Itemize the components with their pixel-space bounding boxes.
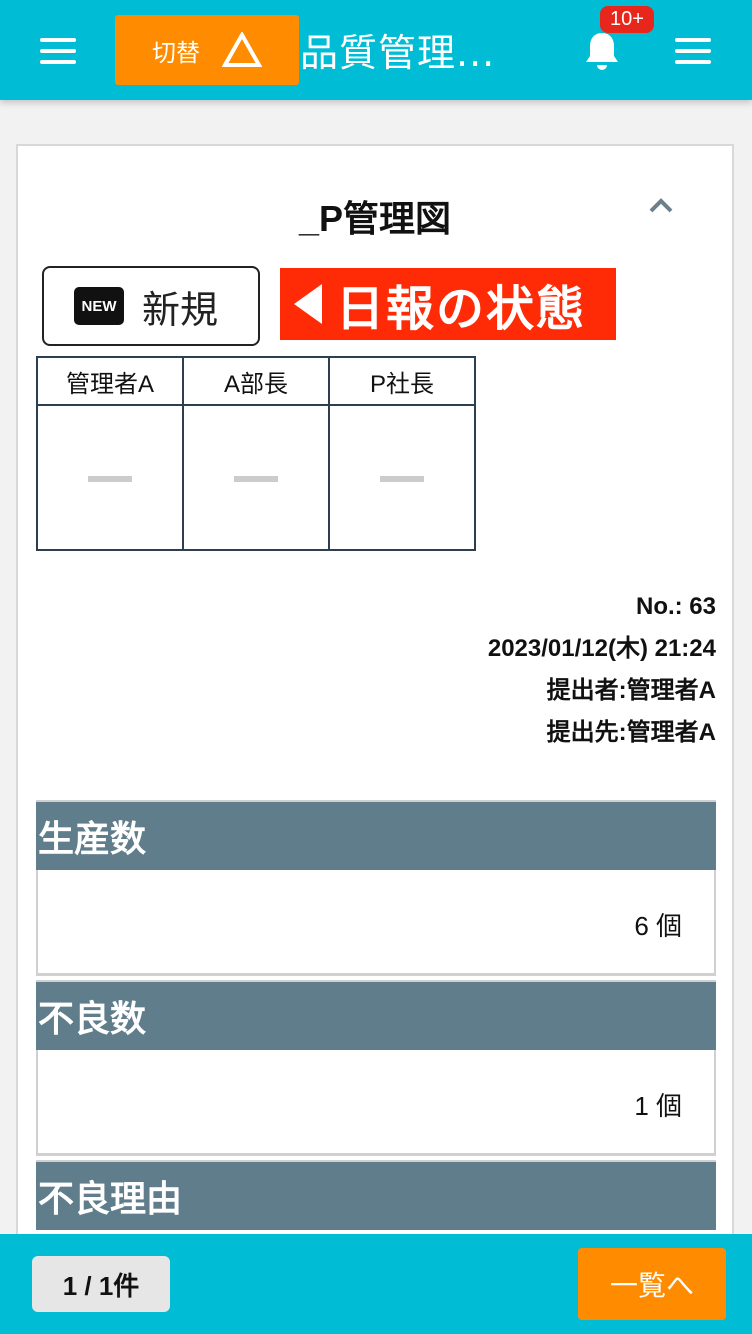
stamp-cell: [36, 404, 184, 551]
back-to-list-button[interactable]: 一覧へ: [578, 1248, 726, 1320]
status-banner[interactable]: 日報の状態: [280, 268, 616, 340]
stamp-cell: [182, 404, 330, 551]
report-datetime: 2023/01/12(木) 21:24: [487, 635, 716, 662]
top-app-bar: 切替 品質管理... 10+: [0, 0, 752, 100]
field-label: 不良理由: [36, 1160, 716, 1230]
notification-badge: 10+: [600, 6, 654, 33]
report-card: _P管理図 NEW 新規 日報の状態 管理者A A部長 P社長 No.: 63 …: [16, 144, 734, 1244]
field-label: 生産数: [36, 800, 716, 870]
hamburger-menu-icon[interactable]: [675, 38, 711, 64]
field-value: 6 個: [36, 870, 716, 976]
stamp-cell: [328, 404, 476, 551]
field-section: 不良数 1 個: [36, 980, 716, 1156]
switch-label: 切替: [152, 38, 200, 67]
field-section: 不良理由: [36, 1160, 716, 1230]
field-section: 生産数 6 個: [36, 800, 716, 976]
status-text: 日報の状態: [336, 281, 587, 337]
approver-name: P社長: [328, 356, 476, 406]
approver-name: A部長: [182, 356, 330, 406]
chevron-up-icon[interactable]: [646, 196, 676, 216]
triangle-outline-icon: [222, 32, 262, 67]
bottom-bar: 1 / 1件 一覧へ: [0, 1234, 752, 1334]
switch-button[interactable]: 切替: [115, 15, 299, 85]
field-value: 1 個: [36, 1050, 716, 1156]
empty-stamp-dash: [380, 475, 424, 482]
report-meta: No.: 63 2023/01/12(木) 21:24 提出者:管理者A 提出先…: [488, 586, 716, 754]
left-arrow-icon: [294, 284, 322, 324]
new-report-button[interactable]: NEW 新規: [42, 266, 260, 346]
hamburger-menu-icon[interactable]: [40, 38, 76, 64]
approver-name: 管理者A: [36, 356, 184, 406]
app-title: 品質管理...: [300, 31, 496, 75]
approval-stamp-table: 管理者A A部長 P社長: [36, 356, 476, 551]
new-button-label: 新規: [142, 287, 219, 332]
empty-stamp-dash: [234, 475, 278, 482]
page-counter: 1 / 1件: [32, 1256, 170, 1312]
bell-icon[interactable]: [582, 30, 622, 72]
new-icon: NEW: [74, 287, 124, 325]
report-submitter: 提出者:管理者A: [546, 677, 716, 704]
report-recipient: 提出先:管理者A: [546, 719, 716, 746]
empty-stamp-dash: [88, 475, 132, 482]
report-number: No.: 63: [635, 593, 716, 620]
report-title: _P管理図: [298, 198, 452, 239]
field-label: 不良数: [36, 980, 716, 1050]
